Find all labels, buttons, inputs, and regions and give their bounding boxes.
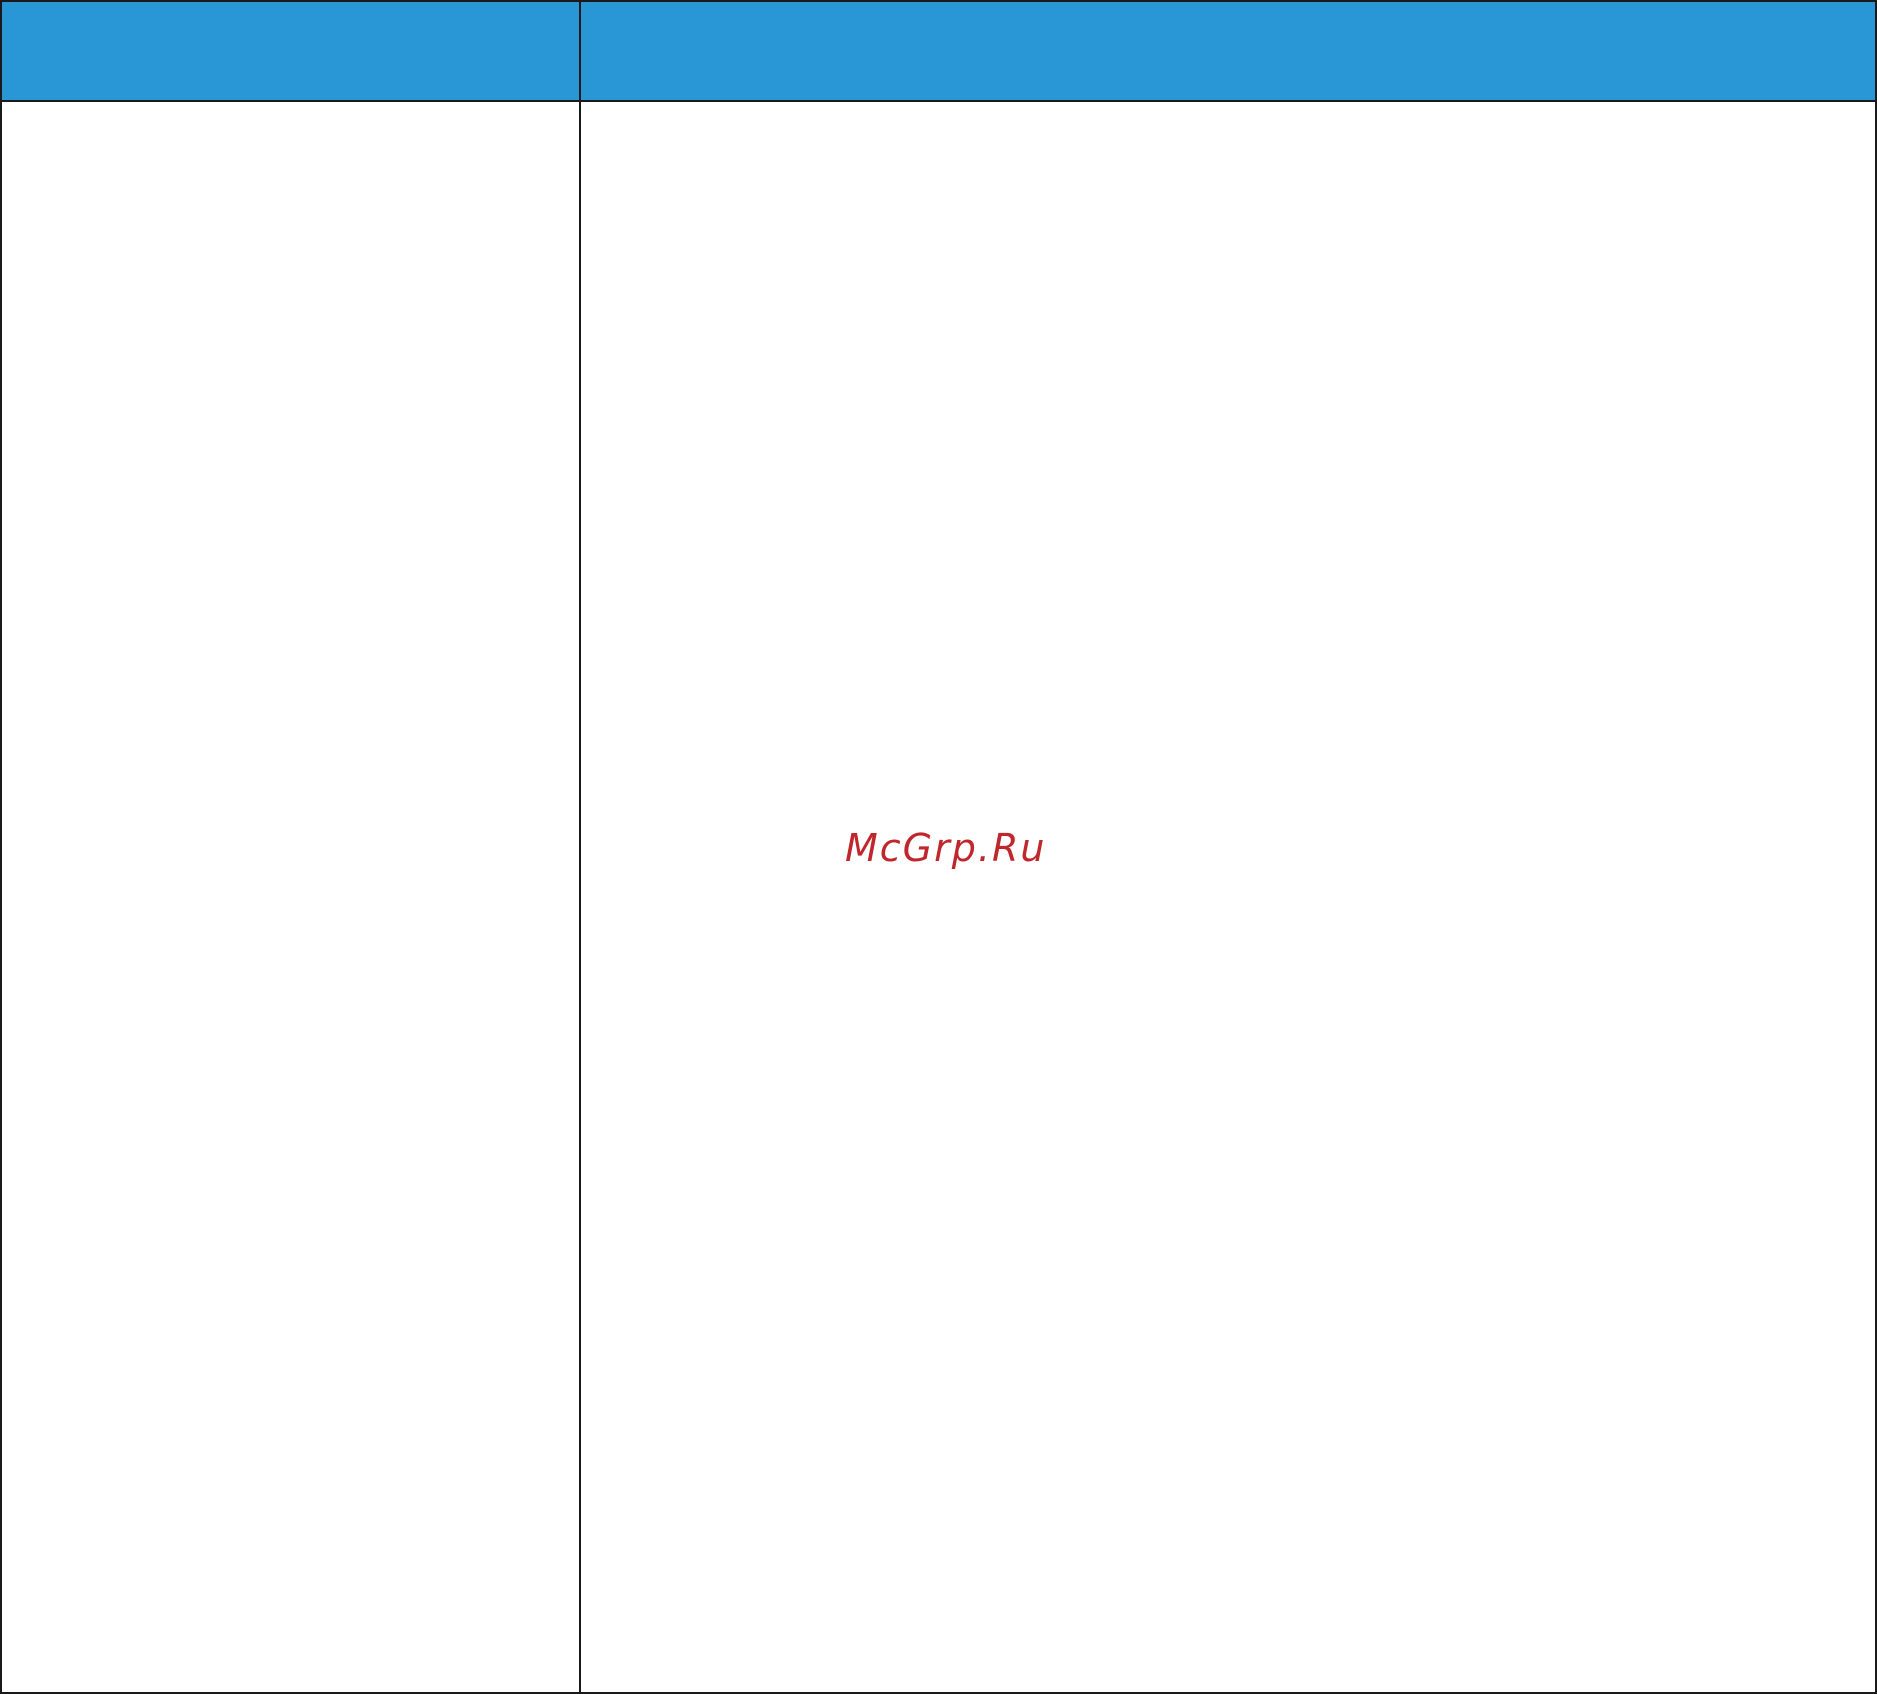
table-header-row (2, 2, 1875, 102)
body-cell-right (581, 102, 1875, 1692)
column-divider (579, 2, 581, 1692)
table-body-row (2, 102, 1875, 1692)
watermark-text: McGrp.Ru (845, 826, 1047, 870)
body-cell-left (2, 102, 579, 1692)
header-cell-left (2, 2, 579, 100)
header-cell-right (579, 2, 1875, 100)
